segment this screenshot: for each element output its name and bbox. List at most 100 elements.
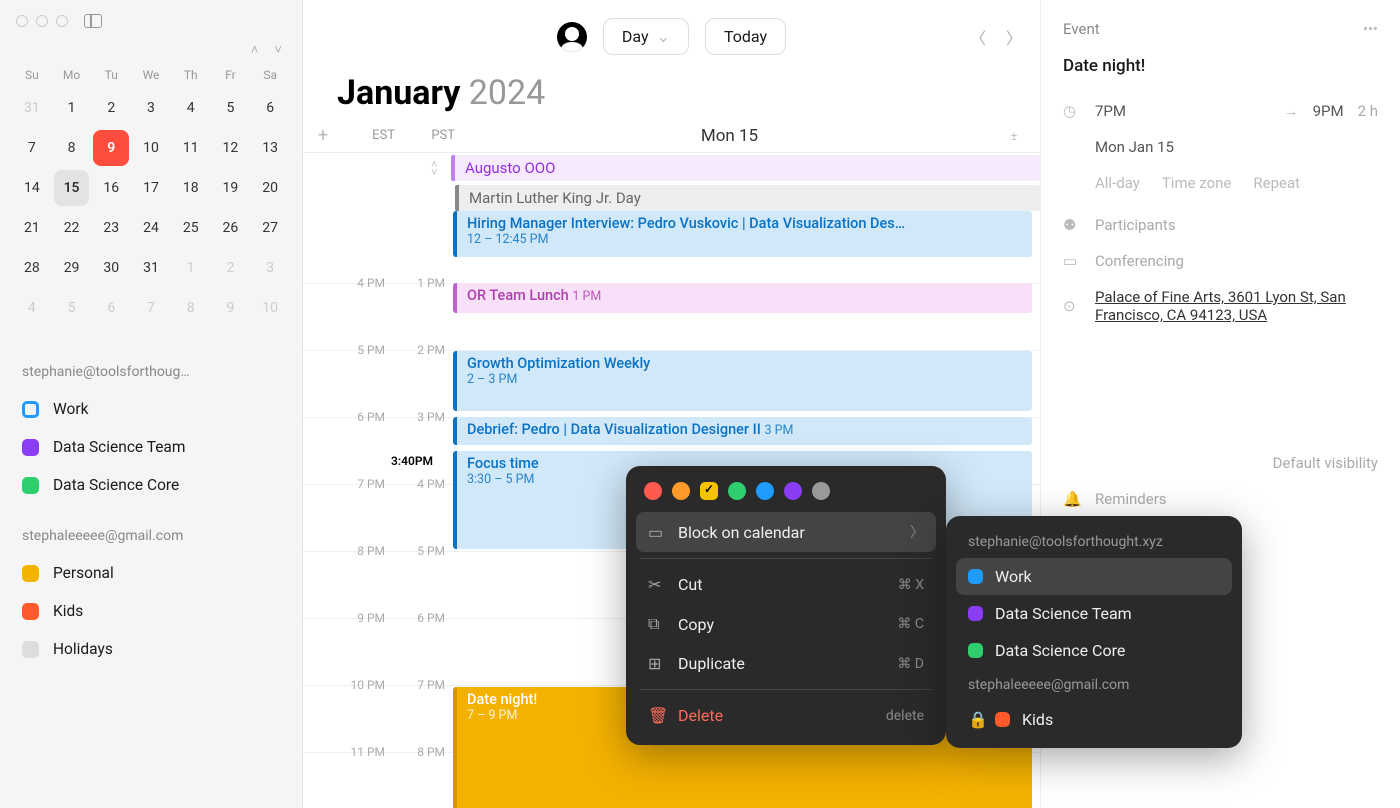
prev-day-icon[interactable]: 〈 bbox=[970, 25, 986, 49]
cut-item[interactable]: ✂Cut⌘ X bbox=[636, 565, 936, 604]
view-switcher[interactable]: Day ⌄ bbox=[603, 18, 689, 55]
stack-icon[interactable]: ± bbox=[1004, 129, 1024, 143]
event-date[interactable]: Mon Jan 15 bbox=[1095, 138, 1174, 156]
submenu-calendar-item[interactable]: Work bbox=[956, 558, 1232, 595]
more-icon[interactable]: ••• bbox=[1363, 20, 1378, 38]
mini-day[interactable]: 4 bbox=[173, 90, 209, 126]
today-button[interactable]: Today bbox=[705, 18, 786, 55]
timezone-2[interactable]: PST bbox=[395, 128, 455, 143]
timed-event[interactable]: OR Team Lunch 1 PM bbox=[453, 283, 1032, 313]
mini-day[interactable]: 25 bbox=[173, 210, 209, 246]
mini-day[interactable]: 24 bbox=[133, 210, 169, 246]
mini-day[interactable]: 22 bbox=[54, 210, 90, 246]
account-email[interactable]: stephanie@toolsforthoug… bbox=[0, 354, 302, 390]
submenu-calendar-item[interactable]: 🔒Kids bbox=[956, 701, 1232, 738]
next-day-icon[interactable]: 〉 bbox=[1006, 25, 1022, 49]
participants-field[interactable]: Participants bbox=[1095, 216, 1176, 234]
block-on-calendar-item[interactable]: ▭Block on calendar 〉 bbox=[636, 512, 936, 552]
mini-day[interactable]: 14 bbox=[14, 170, 50, 206]
event-option[interactable]: Repeat bbox=[1253, 174, 1300, 192]
timed-event[interactable]: Debrief: Pedro | Data Visualization Desi… bbox=[453, 417, 1032, 445]
allday-event[interactable]: Augusto OOO bbox=[451, 155, 1040, 181]
mini-day[interactable]: 6 bbox=[93, 290, 129, 326]
calendar-item[interactable]: Work bbox=[0, 390, 302, 428]
mini-day[interactable]: 5 bbox=[54, 290, 90, 326]
event-start[interactable]: 7PM bbox=[1095, 102, 1126, 120]
color-swatch[interactable] bbox=[812, 482, 830, 500]
mini-day[interactable]: 29 bbox=[54, 250, 90, 286]
timed-event[interactable]: Growth Optimization Weekly2 – 3 PM bbox=[453, 351, 1032, 411]
mini-day[interactable]: 4 bbox=[14, 290, 50, 326]
color-swatch[interactable] bbox=[728, 482, 746, 500]
mini-day[interactable]: 2 bbox=[213, 250, 249, 286]
mini-day[interactable]: 26 bbox=[213, 210, 249, 246]
mini-day[interactable]: 1 bbox=[54, 90, 90, 126]
mini-day[interactable]: 8 bbox=[54, 130, 90, 166]
submenu-calendar-item[interactable]: Data Science Core bbox=[956, 632, 1232, 669]
account-email[interactable]: stephaleeeee@gmail.com bbox=[0, 518, 302, 554]
calendar-item[interactable]: Data Science Core bbox=[0, 466, 302, 504]
calendar-item[interactable]: Kids bbox=[0, 592, 302, 630]
calendar-item[interactable]: Holidays bbox=[0, 630, 302, 668]
timed-event[interactable]: Hiring Manager Interview: Pedro Vuskovic… bbox=[453, 211, 1032, 257]
delete-item[interactable]: 🗑Deletedelete bbox=[636, 696, 936, 735]
mini-day[interactable]: 10 bbox=[252, 290, 288, 326]
color-swatch[interactable] bbox=[700, 482, 718, 500]
color-swatch[interactable] bbox=[672, 482, 690, 500]
mini-day[interactable]: 30 bbox=[93, 250, 129, 286]
mini-day[interactable]: 1 bbox=[173, 250, 209, 286]
submenu-calendar-item[interactable]: Data Science Team bbox=[956, 595, 1232, 632]
mini-day[interactable]: 19 bbox=[213, 170, 249, 206]
mini-day[interactable]: 8 bbox=[173, 290, 209, 326]
mini-day[interactable]: 15 bbox=[54, 170, 90, 206]
calendar-item[interactable]: Data Science Team bbox=[0, 428, 302, 466]
add-event-button[interactable]: + bbox=[311, 125, 335, 146]
mini-day[interactable]: 10 bbox=[133, 130, 169, 166]
color-swatch[interactable] bbox=[784, 482, 802, 500]
mini-day[interactable]: 11 bbox=[173, 130, 209, 166]
mini-day[interactable]: 5 bbox=[213, 90, 249, 126]
copy-item[interactable]: ⧉Copy⌘ C bbox=[636, 604, 936, 644]
mini-day[interactable]: 18 bbox=[173, 170, 209, 206]
mini-day[interactable]: 3 bbox=[252, 250, 288, 286]
collapse-allday-icon[interactable]: ˄˅ bbox=[431, 161, 437, 177]
mini-day[interactable]: 27 bbox=[252, 210, 288, 246]
calendar-item[interactable]: Personal bbox=[0, 554, 302, 592]
mini-day[interactable]: 12 bbox=[213, 130, 249, 166]
event-option[interactable]: All-day bbox=[1095, 174, 1140, 192]
mini-day[interactable]: 7 bbox=[133, 290, 169, 326]
mini-prev-month-icon[interactable]: ˄ bbox=[251, 42, 259, 58]
timezone-1[interactable]: EST bbox=[335, 128, 395, 143]
mini-day[interactable]: 6 bbox=[252, 90, 288, 126]
mini-day[interactable]: 9 bbox=[213, 290, 249, 326]
event-end[interactable]: 9PM bbox=[1313, 102, 1344, 120]
location-field[interactable]: Palace of Fine Arts, 3601 Lyon St, San F… bbox=[1095, 288, 1378, 324]
visibility-field[interactable]: Default visibility bbox=[1273, 454, 1378, 472]
duplicate-item[interactable]: ⊞Duplicate⌘ D bbox=[636, 644, 936, 683]
mini-day[interactable]: 9 bbox=[93, 130, 129, 166]
mini-day[interactable]: 16 bbox=[93, 170, 129, 206]
toggle-sidebar-icon[interactable] bbox=[84, 14, 102, 28]
mini-day[interactable]: 13 bbox=[252, 130, 288, 166]
conferencing-field[interactable]: Conferencing bbox=[1095, 252, 1184, 270]
zoom-window-icon[interactable] bbox=[56, 15, 68, 27]
reminders-field[interactable]: Reminders bbox=[1095, 490, 1167, 508]
mini-day[interactable]: 3 bbox=[133, 90, 169, 126]
mini-day[interactable]: 28 bbox=[14, 250, 50, 286]
avatar[interactable] bbox=[557, 22, 587, 52]
close-window-icon[interactable] bbox=[16, 15, 28, 27]
allday-event[interactable]: Martin Luther King Jr. Day bbox=[455, 185, 1040, 211]
event-option[interactable]: Time zone bbox=[1162, 174, 1232, 192]
mini-day[interactable]: 23 bbox=[93, 210, 129, 246]
mini-day[interactable]: 17 bbox=[133, 170, 169, 206]
minimize-window-icon[interactable] bbox=[36, 15, 48, 27]
mini-next-month-icon[interactable]: ˅ bbox=[274, 42, 282, 58]
mini-day[interactable]: 7 bbox=[14, 130, 50, 166]
mini-day[interactable]: 31 bbox=[133, 250, 169, 286]
mini-day[interactable]: 20 bbox=[252, 170, 288, 206]
color-swatch[interactable] bbox=[644, 482, 662, 500]
color-swatch[interactable] bbox=[756, 482, 774, 500]
mini-day[interactable]: 21 bbox=[14, 210, 50, 246]
mini-day[interactable]: 31 bbox=[14, 90, 50, 126]
event-title[interactable]: Date night! bbox=[1063, 56, 1378, 76]
